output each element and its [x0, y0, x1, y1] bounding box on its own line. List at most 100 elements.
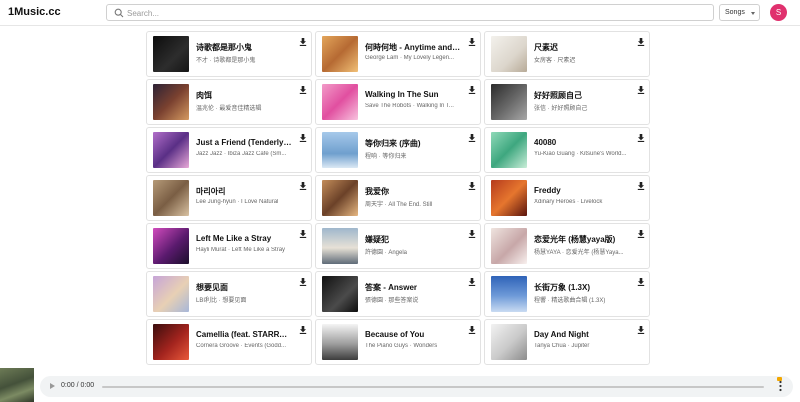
song-title[interactable]: Freddy — [534, 186, 630, 195]
download-icon[interactable] — [637, 182, 645, 190]
song-card[interactable]: 等你归来 (序曲) 程响 · 等你归来 — [315, 127, 481, 173]
song-title[interactable]: 嫌疑犯 — [365, 234, 461, 245]
album-cover[interactable] — [491, 276, 527, 312]
song-card[interactable]: Left Me Like a Stray Hayli Murat · Left M… — [146, 223, 312, 269]
song-title[interactable]: 等你归来 (序曲) — [365, 138, 461, 149]
song-subtitle: Cornera Groove · Events (Godd... — [196, 343, 287, 349]
album-cover[interactable] — [491, 132, 527, 168]
song-card[interactable]: 答案 - Answer 張德園 · 那些答案说 — [315, 271, 481, 317]
album-cover[interactable] — [153, 324, 189, 360]
song-card[interactable]: 好好照顾自己 张信 · 好好照顾自己 — [484, 79, 650, 125]
song-title[interactable]: Camellia (feat. STARRYS... — [196, 330, 292, 339]
download-icon[interactable] — [299, 326, 307, 334]
song-card[interactable]: 恋爱光年 (杨慧yaya版) 杨慧YAYA · 恋爱光年 (杨慧Yaya... — [484, 223, 650, 269]
album-cover[interactable] — [491, 36, 527, 72]
song-card[interactable]: Freddy Xdinary Heroes · Livelock — [484, 175, 650, 221]
album-cover[interactable] — [322, 36, 358, 72]
download-icon[interactable] — [468, 134, 476, 142]
download-icon[interactable] — [468, 182, 476, 190]
song-card[interactable]: 想要见面 LBI利比 · 想要见面 — [146, 271, 312, 317]
song-title[interactable]: 尺素迟 — [534, 42, 630, 53]
song-title[interactable]: 长街万象 (1.3X) — [534, 282, 630, 293]
song-card[interactable]: 肉饵 温兆伦 · 最爱音佳精选辑 — [146, 79, 312, 125]
download-icon[interactable] — [468, 326, 476, 334]
type-select[interactable]: Songs — [719, 4, 760, 21]
download-icon[interactable] — [299, 230, 307, 238]
album-cover[interactable] — [491, 180, 527, 216]
play-icon[interactable] — [50, 383, 55, 389]
album-cover[interactable] — [491, 84, 527, 120]
song-card[interactable]: 诗歌都是那小鬼 不才 · 诗歌都是那小鬼 — [146, 31, 312, 77]
download-icon[interactable] — [637, 230, 645, 238]
album-cover[interactable] — [153, 276, 189, 312]
download-icon[interactable] — [637, 326, 645, 334]
download-icon[interactable] — [468, 38, 476, 46]
album-cover[interactable] — [322, 132, 358, 168]
album-cover[interactable] — [153, 132, 189, 168]
song-card[interactable]: 40080 Yu-Kiao Guang · Kitsune's World... — [484, 127, 650, 173]
album-cover[interactable] — [322, 84, 358, 120]
progress-bar[interactable] — [102, 386, 764, 388]
song-title[interactable]: 何時何地 - Anytime and A... — [365, 42, 461, 53]
album-cover[interactable] — [153, 84, 189, 120]
song-subtitle: Yu-Kiao Guang · Kitsune's World... — [534, 151, 627, 157]
download-icon[interactable] — [637, 38, 645, 46]
download-icon[interactable] — [299, 182, 307, 190]
song-card[interactable]: 尺素迟 女房客 · 尺素迟 — [484, 31, 650, 77]
download-icon[interactable] — [637, 278, 645, 286]
song-grid: 诗歌都是那小鬼 不才 · 诗歌都是那小鬼 何時何地 - Anytime and A.… — [146, 31, 650, 365]
song-title[interactable]: 想要见面 — [196, 282, 292, 293]
album-cover[interactable] — [153, 228, 189, 264]
song-card[interactable]: Walking In The Sun Save The Robots · Walk… — [315, 79, 481, 125]
song-title[interactable]: 40080 — [534, 138, 630, 147]
album-cover[interactable] — [322, 180, 358, 216]
album-cover[interactable] — [322, 228, 358, 264]
song-subtitle: Xdinary Heroes · Livelock — [534, 199, 603, 205]
album-cover[interactable] — [491, 228, 527, 264]
brand-logo[interactable]: 1Music.cc — [8, 6, 61, 18]
more-vertical-icon[interactable] — [779, 380, 782, 392]
song-card[interactable]: 마리아리 Lee Jung-hyun · I Love Natural — [146, 175, 312, 221]
download-icon[interactable] — [299, 278, 307, 286]
download-icon[interactable] — [468, 86, 476, 94]
song-card[interactable]: 何時何地 - Anytime and A... George Lam · My L… — [315, 31, 481, 77]
download-icon[interactable] — [299, 86, 307, 94]
song-subtitle: Save The Robots · Walking In T... — [365, 103, 454, 109]
song-title[interactable]: 肉饵 — [196, 90, 292, 101]
song-card[interactable]: 我爱你 周天宇 · All The End. Still — [315, 175, 481, 221]
song-title[interactable]: Day And Night — [534, 330, 630, 339]
song-title[interactable]: 好好照顾自己 — [534, 90, 630, 101]
song-title[interactable]: 마리아리 — [196, 186, 292, 197]
album-cover[interactable] — [153, 180, 189, 216]
song-card[interactable]: Camellia (feat. STARRYS... Cornera Groove… — [146, 319, 312, 365]
song-title[interactable]: 我爱你 — [365, 186, 461, 197]
album-cover[interactable] — [153, 36, 189, 72]
song-subtitle: Lee Jung-hyun · I Love Natural — [196, 199, 279, 205]
album-cover[interactable] — [491, 324, 527, 360]
song-subtitle: 程響 · 精选歌曲合辑 (1.3X) — [534, 298, 606, 304]
download-icon[interactable] — [637, 86, 645, 94]
song-title[interactable]: 诗歌都是那小鬼 — [196, 42, 292, 53]
album-cover[interactable] — [322, 276, 358, 312]
download-icon[interactable] — [468, 230, 476, 238]
download-icon[interactable] — [299, 38, 307, 46]
avatar[interactable]: S — [770, 4, 787, 21]
album-cover[interactable] — [322, 324, 358, 360]
song-title[interactable]: Just a Friend (Tenderly Mix) — [196, 138, 292, 147]
song-title[interactable]: 恋爱光年 (杨慧yaya版) — [534, 234, 630, 245]
song-subtitle: 張德園 · 那些答案说 — [365, 298, 419, 304]
song-card[interactable]: Just a Friend (Tenderly Mix) Jazz Jazz · … — [146, 127, 312, 173]
song-title[interactable]: Because of You — [365, 330, 461, 339]
download-icon[interactable] — [637, 134, 645, 142]
song-card[interactable]: 嫌疑犯 許德園 · Angela — [315, 223, 481, 269]
song-title[interactable]: Walking In The Sun — [365, 90, 461, 99]
song-card[interactable]: 长街万象 (1.3X) 程響 · 精选歌曲合辑 (1.3X) — [484, 271, 650, 317]
song-card[interactable]: Because of You The Piano Guys · Wonders — [315, 319, 481, 365]
song-card[interactable]: Day And Night Tanya Chua · Jupiter — [484, 319, 650, 365]
song-title[interactable]: Left Me Like a Stray — [196, 234, 292, 243]
song-title[interactable]: 答案 - Answer — [365, 282, 461, 293]
search-box[interactable] — [106, 4, 714, 21]
search-input[interactable] — [127, 6, 697, 20]
download-icon[interactable] — [468, 278, 476, 286]
download-icon[interactable] — [299, 134, 307, 142]
